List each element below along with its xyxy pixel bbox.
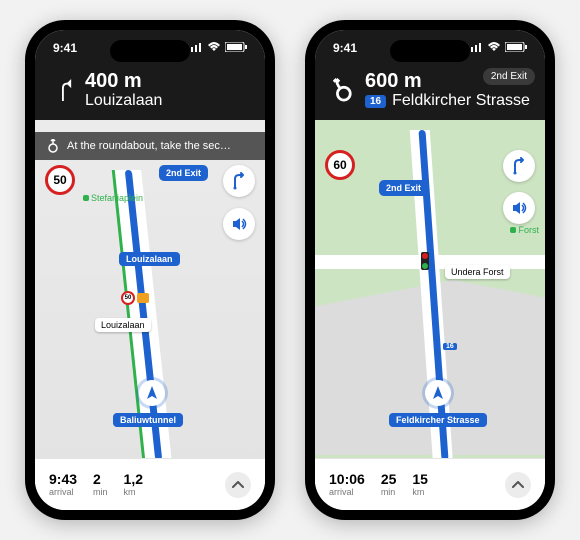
more-button[interactable]: [505, 472, 531, 498]
sub-banner[interactable]: At the roundabout, take the sec…: [35, 132, 265, 160]
phone-left: 9:41 400 m Louizalaan: [25, 20, 275, 520]
poi-forst: Forst: [510, 225, 539, 235]
phone-right: 9:41 2nd Exit 600 m: [305, 20, 555, 520]
audio-button[interactable]: [503, 192, 535, 224]
chevron-up-icon: [232, 481, 244, 489]
screen: 9:41 2nd Exit 600 m: [315, 30, 545, 510]
bottom-bar[interactable]: 9:43 arrival 2 min 1,2 km: [35, 458, 265, 510]
audio-button[interactable]: [223, 208, 255, 240]
stat-km: 15 km: [412, 472, 428, 497]
dynamic-island: [390, 40, 470, 62]
dynamic-island: [110, 40, 190, 62]
exit-badge: 2nd Exit: [379, 180, 428, 196]
nav-street: Louizalaan: [85, 92, 162, 110]
location-puck: [139, 380, 165, 406]
camera-icon: [137, 293, 149, 303]
route-label-feldkircher: Feldkircher Strasse: [389, 413, 487, 427]
battery-icon: [225, 41, 247, 55]
mini-speed-sign: 50: [121, 291, 135, 305]
speed-limit-sign: 60: [325, 150, 355, 180]
roundabout-icon: [47, 139, 59, 153]
route-options-button[interactable]: [503, 150, 535, 182]
nav-street: Feldkircher Strasse: [392, 92, 530, 110]
traffic-light-icon: [421, 252, 429, 270]
location-puck: [425, 380, 451, 406]
sub-banner-text: At the roundabout, take the sec…: [67, 140, 231, 152]
wifi-icon: [207, 41, 221, 55]
stat-min: 25 min: [381, 472, 397, 497]
more-button[interactable]: [225, 472, 251, 498]
wifi-icon: [487, 41, 501, 55]
route-label-baliuwtunnel: Baliuwtunnel: [113, 413, 183, 427]
stat-arrival: 10:06 arrival: [329, 472, 365, 497]
route-shield: 16: [365, 95, 386, 108]
route-options-button[interactable]: [223, 165, 255, 197]
exit-badge: 2nd Exit: [159, 165, 208, 181]
bottom-bar[interactable]: 10:06 arrival 25 min 15 km: [315, 458, 545, 510]
nav-distance: 400 m: [85, 70, 162, 92]
stat-min: 2 min: [93, 472, 108, 497]
status-time: 9:41: [333, 41, 357, 55]
speed-limit-sign: 50: [45, 165, 75, 195]
street-label-undera: Undera Forst: [445, 265, 510, 279]
stat-arrival: 9:43 arrival: [49, 472, 77, 497]
maneuver-arrow-icon: [49, 76, 75, 104]
street-label-louizalaan-2: Louizalaan: [95, 318, 151, 332]
screen: 9:41 400 m Louizalaan: [35, 30, 265, 510]
maneuver-roundabout-icon: [329, 76, 355, 104]
route-label-louizalaan-1: Louizalaan: [119, 252, 180, 266]
chevron-up-icon: [512, 481, 524, 489]
battery-icon: [505, 41, 527, 55]
status-time: 9:41: [53, 41, 77, 55]
shield-mini: 16: [443, 343, 457, 350]
poi-stefaniaplein: Stefaniaplein: [83, 193, 143, 203]
exit-pill: 2nd Exit: [483, 68, 535, 85]
stat-km: 1,2 km: [124, 472, 143, 497]
